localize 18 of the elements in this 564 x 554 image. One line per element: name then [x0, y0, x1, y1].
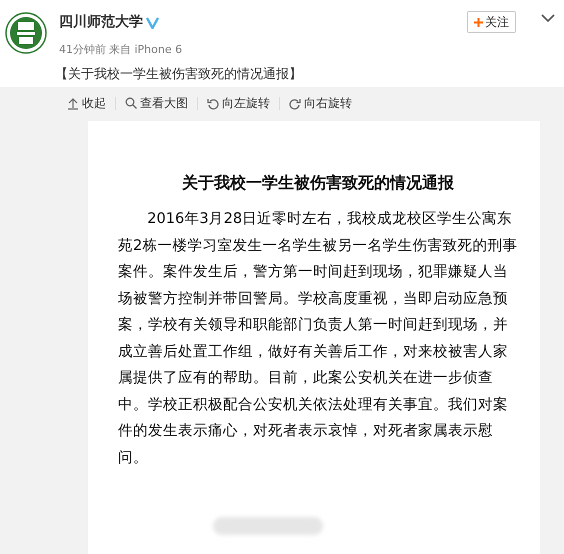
post-time[interactable]: 41分钟前: [59, 42, 106, 58]
collapse-arrow-icon: [67, 96, 79, 110]
toolbar-button[interactable]: 向左旋转: [198, 96, 280, 110]
follow-button[interactable]: 关注: [467, 11, 516, 33]
plus-icon: [474, 18, 483, 28]
toolbar-button[interactable]: 查看大图: [116, 96, 198, 110]
post-source: 来自 iPhone 6: [109, 42, 182, 58]
rotate-left-icon: [207, 96, 219, 110]
toolbar-button[interactable]: 收起: [58, 96, 116, 110]
document-title: 关于我校一学生被伤害致死的情况通报: [180, 173, 455, 192]
document-body: 2016年3月28日近零时左右，我校成龙校区学生公寓东苑2栋一楼学习室发生一名学生被另一名学生伤害致死的刑事案件。案件发生后，警方第一时间赶到现场，犯罪嫌疑人当场被警方控制并带回警局。学校高度重视，当即启动应急预案，学校有关领导和职能部门负责人第一时间赶到现场，并成立善后处置工作组，做好有关善后工作，对来校被害人家属提供了应有的帮助。目前，此案公安机关在进一步侦查中。学校正积极配合公安机关依法处理有关事宜。我们对案件的发生表示痛心，对死者表示哀悼，对死者家属表示慰问。: [118, 209, 518, 468]
avatar-logo-icon[interactable]: [5, 12, 47, 54]
search-icon: [125, 96, 137, 110]
post-text: 【关于我校一学生被伤害致死的情况通报】: [55, 66, 302, 84]
rotate-right-icon: [289, 96, 301, 110]
toolbar-button[interactable]: 向右旋转: [280, 96, 361, 110]
chevron-down-icon[interactable]: [541, 14, 555, 23]
account-name[interactable]: 四川师范大学: [59, 12, 143, 33]
